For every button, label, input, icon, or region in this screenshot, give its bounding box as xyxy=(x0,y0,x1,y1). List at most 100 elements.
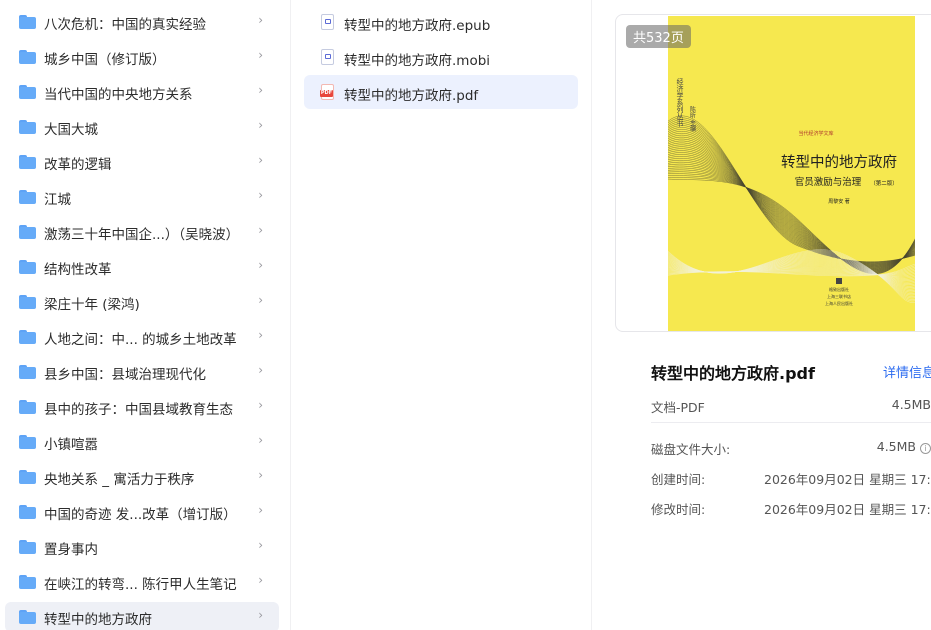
chevron-right-icon: › xyxy=(258,363,263,377)
disk-size-label: 磁盘文件大小: xyxy=(651,442,731,457)
folder-icon xyxy=(19,225,36,239)
folder-item[interactable]: 大国大城 › xyxy=(5,112,279,142)
file-type-label: 文档-PDF xyxy=(651,400,705,415)
folder-icon xyxy=(19,295,36,309)
folder-item[interactable]: 转型中的地方政府 › xyxy=(5,602,279,630)
chevron-right-icon: › xyxy=(258,13,263,27)
cover-publisher-line: 格致出版社 xyxy=(829,286,849,292)
folder-label: 结构性改革 xyxy=(44,262,112,278)
folder-icon xyxy=(19,610,36,624)
folder-icon xyxy=(19,330,36,344)
folder-icon xyxy=(19,470,36,484)
chevron-right-icon: › xyxy=(258,223,263,237)
folder-icon xyxy=(19,575,36,589)
folder-label: 中国的奇迹 发...改革（增订版） xyxy=(44,507,237,523)
folder-item[interactable]: 中国的奇迹 发...改革（增订版） › xyxy=(5,497,279,527)
disk-size-row: 4.5MB i xyxy=(877,439,931,454)
chevron-right-icon: › xyxy=(258,503,263,517)
folder-label: 激荡三十年中国企...）（吴晓波） xyxy=(44,227,240,243)
folder-item[interactable]: 激荡三十年中国企...）（吴晓波） › xyxy=(5,217,279,247)
ebook-file-icon xyxy=(321,49,334,65)
info-icon[interactable]: i xyxy=(920,443,931,454)
chevron-right-icon: › xyxy=(258,83,263,97)
details-link[interactable]: 详情信息 xyxy=(883,362,931,381)
folder-icon xyxy=(19,120,36,134)
folder-item[interactable]: 央地关系 _ 寓活力于秩序 › xyxy=(5,462,279,492)
folder-item[interactable]: 小镇喧嚣 › xyxy=(5,427,279,457)
folder-item[interactable]: 江城 › xyxy=(5,182,279,212)
file-item[interactable]: 转型中的地方政府.epub xyxy=(304,5,578,39)
file-item[interactable]: 转型中的地方政府.mobi xyxy=(304,40,578,74)
folder-item[interactable]: 梁庄十年 (梁鸿) › xyxy=(5,287,279,317)
chevron-right-icon: › xyxy=(258,118,263,132)
created-label: 创建时间: xyxy=(651,472,706,487)
folder-label: 大国大城 xyxy=(44,122,98,138)
folder-item[interactable]: 改革的逻辑 › xyxy=(5,147,279,177)
folder-column: 八次危机：中国的真实经验 › 城乡中国（修订版） › 当代中国的中央地方关系 › 大国大城 ›… xyxy=(0,0,291,630)
folder-icon xyxy=(19,540,36,554)
publisher-logo xyxy=(836,278,842,284)
folder-item[interactable]: 置身事内 › xyxy=(5,532,279,562)
chevron-right-icon: › xyxy=(258,153,263,167)
cover-edition: （第二版） xyxy=(870,179,898,187)
chevron-right-icon: › xyxy=(258,433,263,447)
book-preview[interactable]: 经济学系列丛书 陈昕 主编 当代经济学文库 转型中的地方政府 官员激励与治理 （… xyxy=(615,14,931,332)
folder-icon xyxy=(19,400,36,414)
cover-author: 周黎安 著 xyxy=(828,198,850,205)
file-label: 转型中的地方政府.pdf xyxy=(344,88,479,104)
folder-icon xyxy=(19,155,36,169)
folder-icon xyxy=(19,85,36,99)
chevron-right-icon: › xyxy=(258,293,263,307)
chevron-right-icon: › xyxy=(258,48,263,62)
pdf-file-icon: PDF xyxy=(320,84,334,100)
folder-item[interactable]: 结构性改革 › xyxy=(5,252,279,282)
folder-label: 央地关系 _ 寓活力于秩序 xyxy=(44,472,195,488)
cover-series-small: 当代经济学文库 xyxy=(798,130,833,137)
chevron-right-icon: › xyxy=(258,608,263,622)
folder-label: 江城 xyxy=(44,192,71,208)
folder-item[interactable]: 城乡中国（修订版） › xyxy=(5,42,279,72)
file-size-value: 4.5MB xyxy=(891,397,931,412)
modified-value: 2026年09月02日 星期三 17:57 xyxy=(764,502,931,517)
chevron-right-icon: › xyxy=(258,188,263,202)
folder-label: 在峡江的转弯... 陈行甲人生笔记 xyxy=(44,577,237,593)
created-value: 2026年09月02日 星期三 17:57 xyxy=(764,472,931,487)
cover-series-vertical: 经济学系列丛书 xyxy=(676,77,684,128)
page-count-badge: 共532页 xyxy=(626,25,691,48)
folder-label: 人地之间：中... 的城乡土地改革 xyxy=(44,332,237,348)
folder-item[interactable]: 八次危机：中国的真实经验 › xyxy=(5,7,279,37)
cover-subtitle: 官员激励与治理 xyxy=(795,176,862,188)
folder-item[interactable]: 县乡中国：县域治理现代化 › xyxy=(5,357,279,387)
folder-label: 城乡中国（修订版） xyxy=(44,52,166,68)
detail-filename: 转型中的地方政府.pdf xyxy=(651,364,815,383)
folder-icon xyxy=(19,365,36,379)
chevron-right-icon: › xyxy=(258,538,263,552)
folder-label: 八次危机：中国的真实经验 xyxy=(44,17,206,33)
folder-item[interactable]: 在峡江的转弯... 陈行甲人生笔记 › xyxy=(5,567,279,597)
cover-editors: 陈昕 主编 xyxy=(689,105,696,133)
chevron-right-icon: › xyxy=(258,468,263,482)
book-cover: 经济学系列丛书 陈昕 主编 当代经济学文库 转型中的地方政府 官员激励与治理 （… xyxy=(668,16,915,331)
cover-publisher-line: 上海三联书店 xyxy=(827,293,851,299)
folder-icon xyxy=(19,50,36,64)
cover-title: 转型中的地方政府 xyxy=(781,154,897,171)
folder-item[interactable]: 当代中国的中央地方关系 › xyxy=(5,77,279,107)
folder-label: 改革的逻辑 xyxy=(44,157,112,173)
chevron-right-icon: › xyxy=(258,258,263,272)
folder-label: 小镇喧嚣 xyxy=(44,437,98,453)
folder-item[interactable]: 县中的孩子：中国县域教育生态 › xyxy=(5,392,279,422)
file-label: 转型中的地方政府.epub xyxy=(344,18,491,34)
chevron-right-icon: › xyxy=(258,398,263,412)
file-item[interactable]: PDF 转型中的地方政府.pdf xyxy=(304,75,578,109)
chevron-right-icon: › xyxy=(258,573,263,587)
folder-item[interactable]: 人地之间：中... 的城乡土地改革 › xyxy=(5,322,279,352)
folder-label: 转型中的地方政府 xyxy=(44,612,152,628)
folder-label: 县中的孩子：中国县域教育生态 xyxy=(44,402,233,418)
ebook-file-icon xyxy=(321,14,334,30)
folder-label: 置身事内 xyxy=(44,542,98,558)
folder-icon xyxy=(19,505,36,519)
file-label: 转型中的地方政府.mobi xyxy=(344,53,491,69)
folder-label: 当代中国的中央地方关系 xyxy=(44,87,193,103)
cover-artwork: 经济学系列丛书 陈昕 主编 当代经济学文库 转型中的地方政府 官员激励与治理 （… xyxy=(668,77,915,306)
folder-label: 梁庄十年 (梁鸿) xyxy=(44,297,140,313)
